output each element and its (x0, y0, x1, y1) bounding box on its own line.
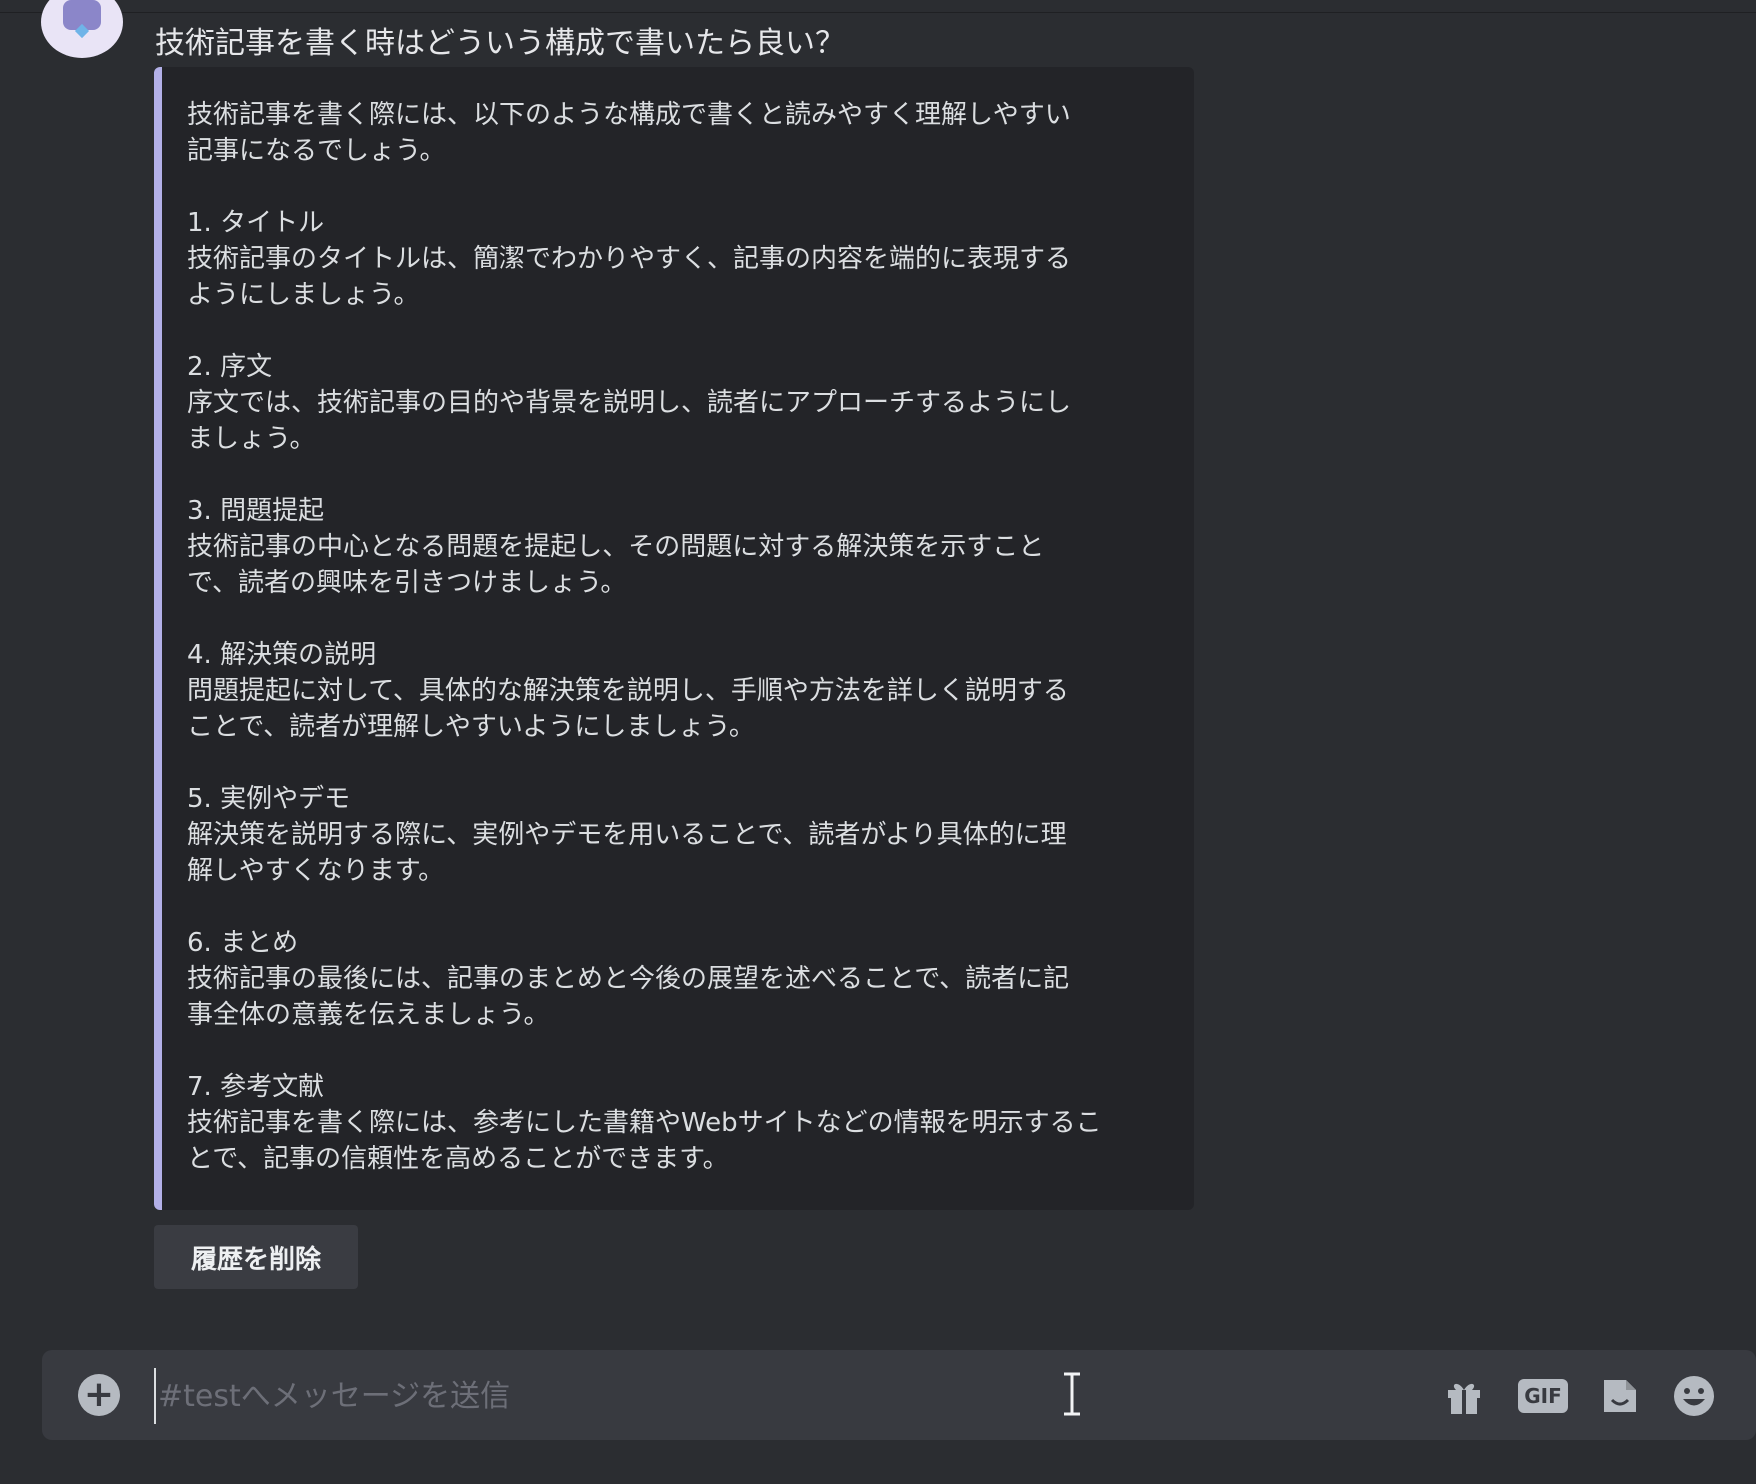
message-question: 技術記事を書く時はどういう構成で書いたら良い？ (155, 26, 845, 61)
delete-history-button[interactable]: 履歴を削除 (154, 1225, 358, 1289)
embed-paragraph: 5. 実例やデモ解決策を説明する際に、実例やデモを用いることで、読者がより具体的… (187, 781, 1187, 889)
section-heading: 1. タイトル (187, 208, 325, 238)
paragraph-line: ようにしましょう。 (187, 280, 420, 310)
sticker-icon[interactable] (1598, 1374, 1642, 1418)
bot-avatar[interactable] (41, 0, 123, 58)
paragraph-line: で、読者の興味を引きつけましょう。 (187, 568, 627, 598)
plus-circle-icon[interactable]: + (78, 1374, 120, 1416)
paragraph-line: 序文では、技術記事の目的や背景を説明し、読者にアプローチするようにし (187, 388, 1072, 418)
gif-label: GIF (1518, 1379, 1568, 1413)
embed-paragraph: 2. 序文序文では、技術記事の目的や背景を説明し、読者にアプローチするようにしま… (187, 349, 1187, 457)
section-heading: 4. 解決策の説明 (187, 640, 377, 670)
paragraph-line: 問題提起に対して、具体的な解決策を説明し、手順や方法を詳しく説明する (187, 676, 1069, 706)
paragraph-line: ましょう。 (187, 424, 316, 454)
paragraph-line: 解決策を説明する際に、実例やデモを用いることで、読者がより具体的に理 (187, 820, 1067, 850)
paragraph-line: 技術記事の最後には、記事のまとめと今後の展望を述べることで、読者に記 (187, 964, 1070, 994)
section-heading: 6. まとめ (187, 928, 299, 958)
section-heading: 7. 参考文献 (187, 1072, 325, 1102)
section-heading: 3. 問題提起 (187, 496, 325, 526)
section-heading: 5. 実例やデモ (187, 784, 351, 814)
paragraph-line: 技術記事を書く際には、参考にした書籍やWebサイトなどの情報を明示するこ (187, 1108, 1102, 1138)
paragraph-line: 技術記事を書く際には、以下のような構成で書くと読みやすく理解しやすい (187, 100, 1071, 130)
paragraph-line: 技術記事の中心となる問題を提起し、その問題に対する解決策を示すこと (187, 532, 1045, 562)
embed-paragraph: 4. 解決策の説明問題提起に対して、具体的な解決策を説明し、手順や方法を詳しく説… (187, 637, 1187, 745)
embed-paragraph: 1. タイトル技術記事のタイトルは、簡潔でわかりやすく、記事の内容を端的に表現す… (187, 205, 1187, 313)
embed-body: 技術記事を書く際には、以下のような構成で書くと読みやすく理解しやすい 記事になるで… (187, 97, 1187, 1177)
paragraph-line: ことで、読者が理解しやすいようにしましょう。 (187, 712, 755, 742)
paragraph-line: 事全体の意義を伝えましょう。 (187, 1000, 550, 1030)
section-heading: 2. 序文 (187, 352, 273, 382)
embed-paragraph: 7. 参考文献技術記事を書く際には、参考にした書籍やWebサイトなどの情報を明示… (187, 1069, 1187, 1177)
paragraph-line: 技術記事のタイトルは、簡潔でわかりやすく、記事の内容を端的に表現する (187, 244, 1072, 274)
embed-accent-bar (154, 67, 162, 1210)
paragraph-line: 解しやすくなります。 (187, 856, 445, 886)
emoji-icon[interactable] (1670, 1374, 1718, 1418)
embed-paragraph: 6. まとめ技術記事の最後には、記事のまとめと今後の展望を述べることで、読者に記… (187, 925, 1187, 1033)
message-composer: + GIF (42, 1350, 1756, 1440)
embed-paragraph: 技術記事を書く際には、以下のような構成で書くと読みやすく理解しやすい 記事になるで… (187, 97, 1187, 169)
text-cursor-icon (1064, 1372, 1080, 1416)
top-divider (0, 0, 1756, 13)
gif-icon[interactable]: GIF (1518, 1374, 1568, 1418)
embed-paragraph: 3. 問題提起技術記事の中心となる問題を提起し、その問題に対する解決策を示すこと… (187, 493, 1187, 601)
gift-icon[interactable] (1442, 1374, 1486, 1418)
paragraph-line: 記事になるでしょう。 (187, 136, 446, 166)
response-embed: 技術記事を書く際には、以下のような構成で書くと読みやすく理解しやすい 記事になるで… (154, 67, 1194, 1210)
message-input[interactable] (154, 1368, 1060, 1424)
paragraph-line: とで、記事の信頼性を高めることができます。 (187, 1144, 729, 1174)
